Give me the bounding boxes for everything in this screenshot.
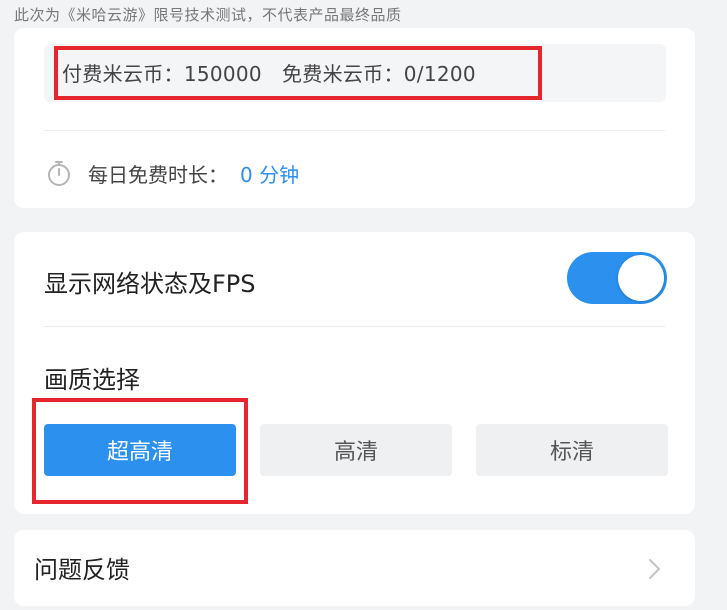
divider — [44, 130, 665, 131]
disclaimer-text: 此次为《米哈云游》限号技术测试，不代表产品最终品质 — [14, 6, 402, 24]
daily-free-time-row: 每日免费时长： 0 分钟 — [44, 158, 299, 188]
quality-option-sd[interactable]: 标清 — [476, 424, 668, 476]
feedback-label: 问题反馈 — [34, 556, 130, 584]
quality-section-title: 画质选择 — [44, 366, 140, 394]
stopwatch-icon — [48, 161, 70, 186]
feedback-row[interactable]: 问题反馈 — [14, 530, 695, 606]
fps-toggle-switch[interactable] — [567, 252, 667, 304]
quality-option-hd[interactable]: 高清 — [260, 424, 452, 476]
highlight-box-coins — [54, 46, 542, 100]
divider — [44, 326, 665, 327]
highlight-box-quality — [32, 398, 248, 504]
daily-free-time-value: 0 分钟 — [240, 162, 300, 187]
daily-free-time-label: 每日免费时长： — [88, 162, 228, 187]
chevron-right-icon — [649, 559, 660, 579]
fps-toggle-label: 显示网络状态及FPS — [44, 270, 256, 298]
toggle-knob — [618, 255, 664, 301]
